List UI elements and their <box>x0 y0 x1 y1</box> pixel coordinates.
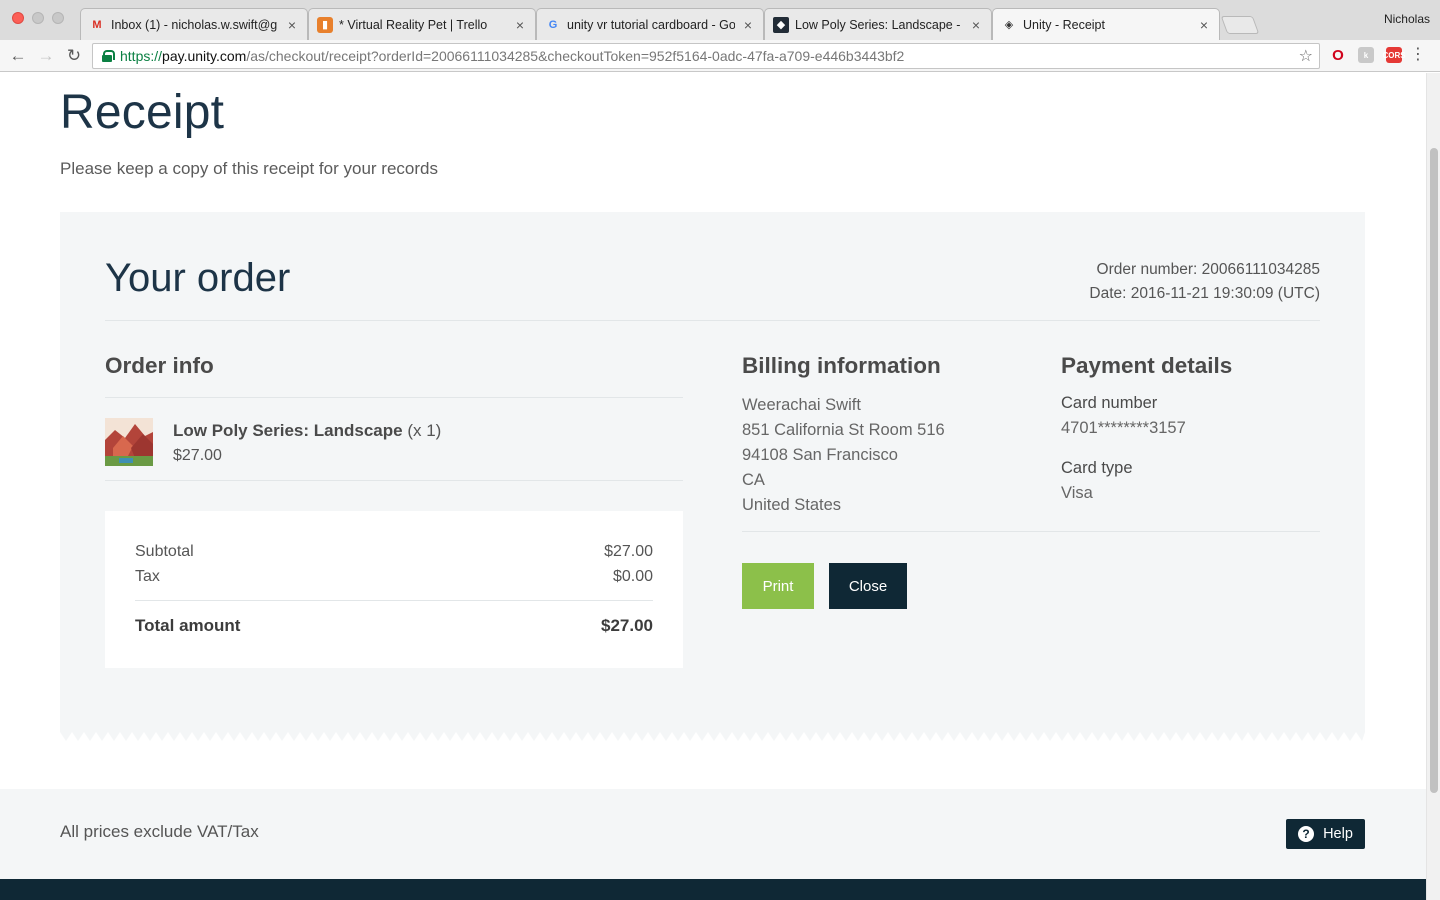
browser-toolbar: ← → ↻ https:// pay.unity.com /as/checkou… <box>0 40 1440 72</box>
order-item: Low Poly Series: Landscape (x 1) <box>173 421 441 441</box>
help-label: Help <box>1323 826 1353 842</box>
subtotal-label: Subtotal <box>135 543 194 560</box>
browser-tab-gmail[interactable]: M Inbox (1) - nicholas.w.swift@g × <box>80 8 308 40</box>
totals-box: Subtotal $27.00 Tax $0.00 Total amount $… <box>105 511 683 668</box>
opera-extension-icon[interactable]: O <box>1330 47 1346 64</box>
gmail-icon: M <box>92 18 102 31</box>
footer: All prices exclude VAT/Tax ? Help <box>0 789 1426 879</box>
window-minimize-control[interactable] <box>32 12 44 24</box>
trello-icon: ▮ <box>317 16 333 33</box>
order-info-heading: Order info <box>105 353 214 378</box>
question-icon: ? <box>1298 826 1315 842</box>
footer-note: All prices exclude VAT/Tax <box>60 822 259 841</box>
divider <box>105 397 683 398</box>
divider <box>105 480 683 481</box>
tax-row: Tax $0.00 <box>135 568 653 586</box>
item-name: Low Poly Series: Landscape <box>173 421 403 440</box>
billing-country: United States <box>742 496 842 514</box>
help-button[interactable]: ? Help <box>1286 819 1365 849</box>
divider <box>742 531 1320 532</box>
order-meta: Order number: 20066111034285 Date: 2016-… <box>1089 258 1320 306</box>
forward-arrow-icon[interactable]: → <box>35 45 57 67</box>
order-heading: Your order <box>105 256 291 300</box>
browser-tabstrip: M Inbox (1) - nicholas.w.swift@g × ▮ * V… <box>0 0 1440 40</box>
unity-icon: ◈ <box>1004 19 1014 31</box>
url-path: /as/checkout/receipt?orderId=20066111034… <box>246 48 905 64</box>
page-scrollbar[interactable] <box>1426 73 1440 900</box>
print-button[interactable]: Print <box>742 563 814 609</box>
tab-close-icon[interactable]: × <box>741 17 755 33</box>
tab-close-icon[interactable]: × <box>1197 17 1211 33</box>
browser-tab-trello[interactable]: ▮ * Virtual Reality Pet | Trello × <box>308 8 536 40</box>
reload-icon[interactable]: ↻ <box>63 45 85 67</box>
tab-close-icon[interactable]: × <box>513 17 527 33</box>
new-tab-button[interactable] <box>1220 16 1260 34</box>
url-scheme: https:// <box>120 48 163 64</box>
browser-menu-icon[interactable]: ⋮ <box>1410 46 1426 64</box>
subtotal-row: Subtotal $27.00 <box>135 543 653 561</box>
close-button[interactable]: Close <box>829 563 907 609</box>
page-title: Receipt <box>60 86 225 139</box>
profile-name[interactable]: Nicholas <box>1384 12 1430 26</box>
extension-icon[interactable]: k <box>1358 47 1374 63</box>
billing-name: Weerachai Swift <box>742 396 861 414</box>
divider <box>105 320 1320 321</box>
unity-icon: ◆ <box>773 16 789 33</box>
bookmark-star-icon[interactable]: ☆ <box>1299 46 1313 66</box>
window-zoom-control[interactable] <box>52 12 64 24</box>
divider <box>135 600 653 601</box>
address-bar[interactable]: https:// pay.unity.com /as/checkout/rece… <box>92 43 1320 69</box>
billing-address: Weerachai Swift 851 California St Room 5… <box>742 393 945 518</box>
payment-heading: Payment details <box>1061 353 1233 378</box>
tax-value: $0.00 <box>612 568 653 585</box>
subtotal-value: $27.00 <box>604 543 653 560</box>
card-type-value: Visa <box>1061 484 1093 502</box>
billing-heading: Billing information <box>742 353 941 378</box>
total-label: Total amount <box>135 616 241 635</box>
card-number-label: Card number <box>1061 394 1158 412</box>
browser-tab-google[interactable]: G unity vr tutorial cardboard - Go × <box>536 8 764 40</box>
card-number-value: 4701********3157 <box>1061 419 1186 437</box>
billing-city: 94108 San Francisco <box>742 446 898 464</box>
scrollbar-thumb[interactable] <box>1430 148 1438 793</box>
billing-street: 851 California St Room 516 <box>742 421 945 439</box>
tab-close-icon[interactable]: × <box>969 17 983 33</box>
page-subtitle: Please keep a copy of this receipt for y… <box>60 159 438 178</box>
total-row: Total amount $27.00 <box>135 616 653 636</box>
order-number: Order number: 20066111034285 <box>1096 261 1320 278</box>
browser-tab-receipt[interactable]: ◈ Unity - Receipt × <box>992 8 1220 40</box>
receipt-torn-edge <box>60 732 1365 741</box>
back-arrow-icon[interactable]: ← <box>7 45 29 67</box>
card-type-label: Card type <box>1061 459 1133 477</box>
page-content: Receipt Please keep a copy of this recei… <box>0 73 1426 900</box>
product-thumbnail <box>105 418 153 466</box>
tax-label: Tax <box>135 568 160 585</box>
window-close-control[interactable] <box>12 12 24 24</box>
cors-extension-icon[interactable]: CORS <box>1382 47 1406 63</box>
order-date: Date: 2016-11-21 19:30:09 (UTC) <box>1089 285 1320 302</box>
browser-tab-asset-store[interactable]: ◆ Low Poly Series: Landscape - A × <box>764 8 992 40</box>
billing-state: CA <box>742 471 765 489</box>
tab-close-icon[interactable]: × <box>285 17 299 33</box>
total-value: $27.00 <box>601 616 653 635</box>
bottom-banner <box>0 879 1426 900</box>
url-host: pay.unity.com <box>162 48 247 64</box>
google-icon: G <box>548 18 558 31</box>
order-card: Your order Order number: 20066111034285 … <box>60 212 1365 732</box>
item-price: $27.00 <box>173 447 222 464</box>
item-quantity: (x 1) <box>407 421 442 440</box>
lock-icon <box>102 50 115 62</box>
